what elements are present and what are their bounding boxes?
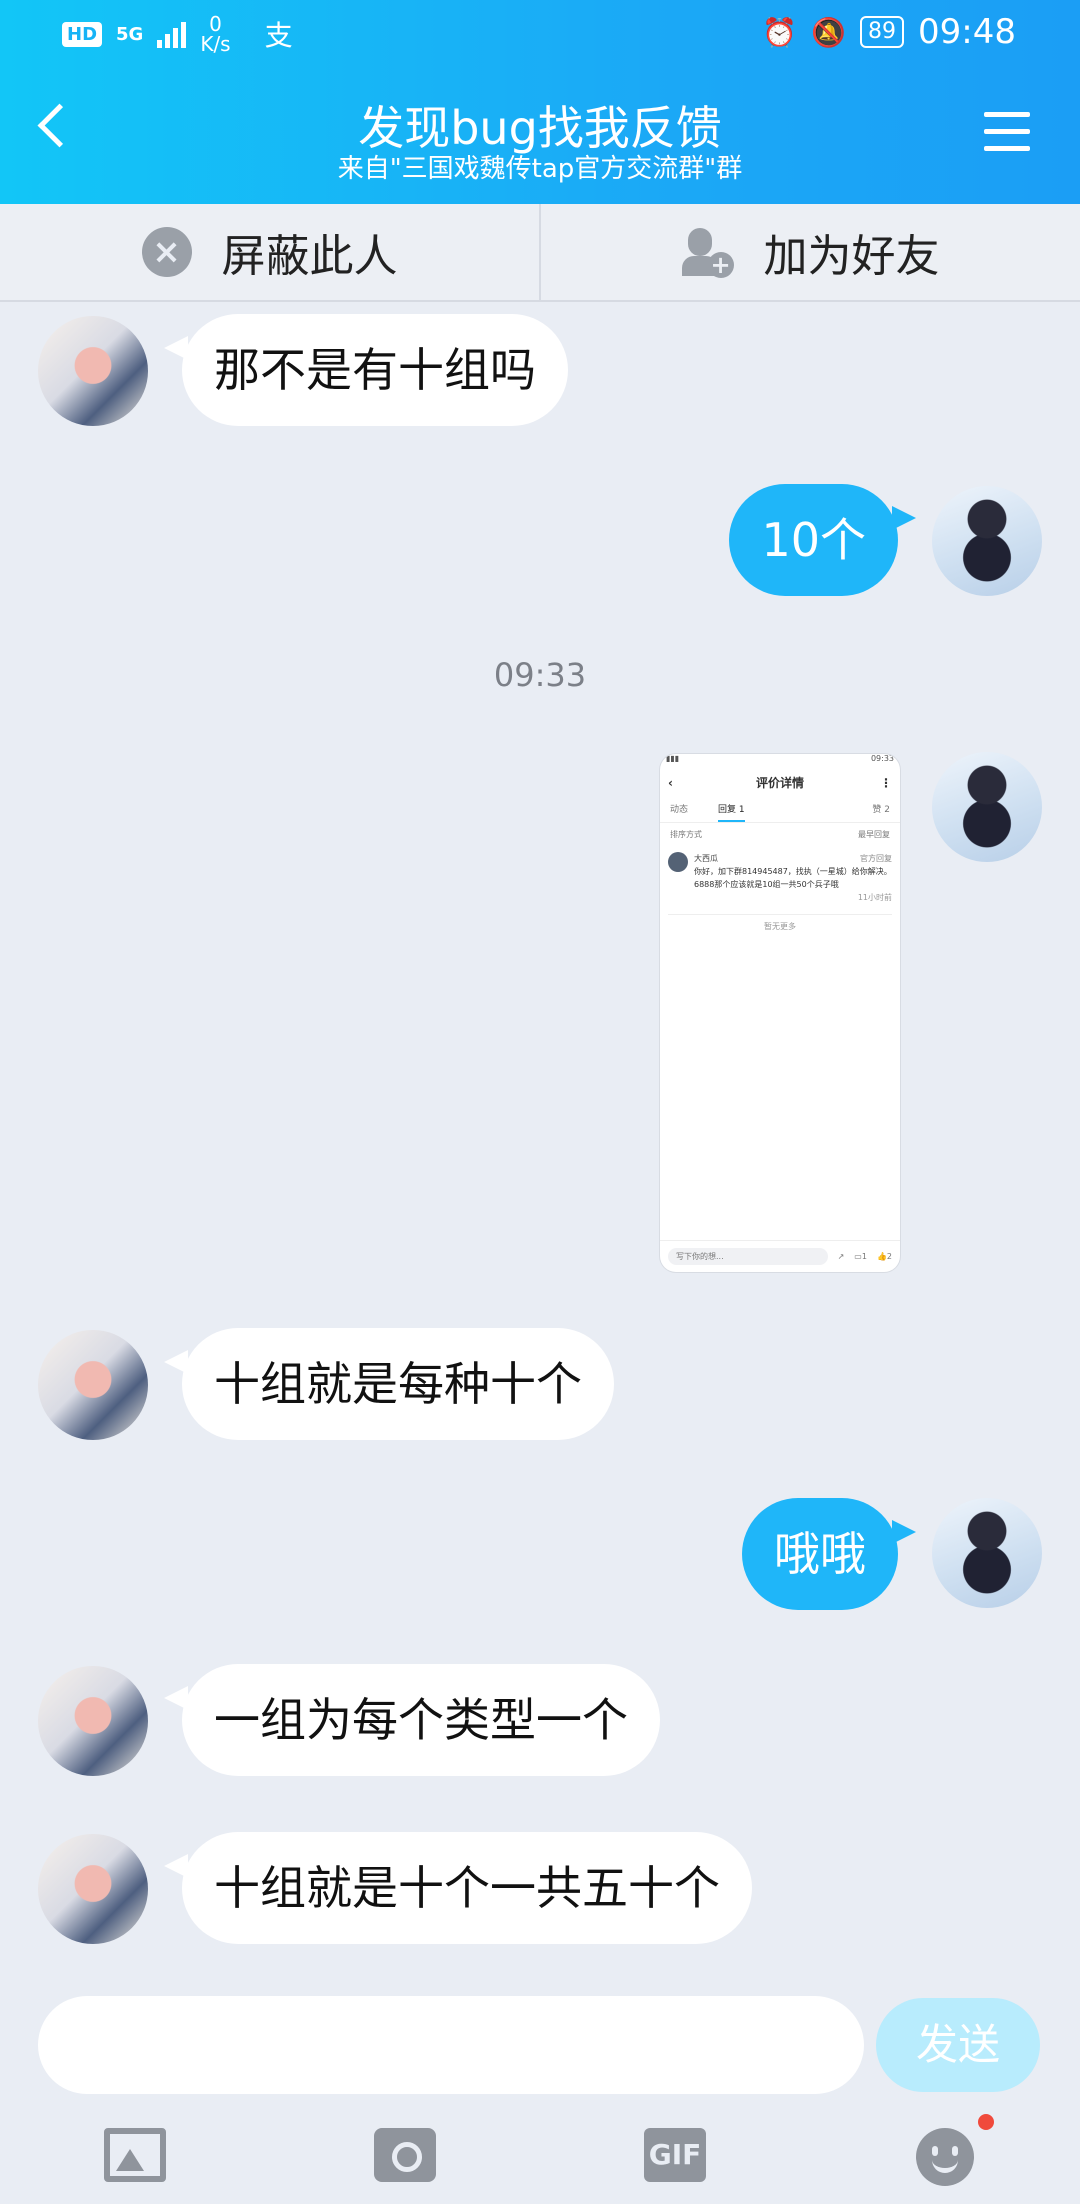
- message-bubble-sent[interactable]: 10个: [729, 484, 916, 596]
- thumb-commenter-name: 大西瓜: [694, 854, 718, 863]
- message-bubble-received[interactable]: 那不是有十组吗: [164, 314, 568, 426]
- battery-indicator: 89: [860, 16, 905, 48]
- thumb-share-icon: ↗: [837, 1252, 845, 1261]
- network-gen-label: 5G: [116, 23, 144, 45]
- sender-avatar[interactable]: [38, 1330, 148, 1440]
- message-bubble-received[interactable]: 十组就是十个一共五十个: [164, 1832, 752, 1944]
- thumb-like-icon: 👍2: [876, 1252, 892, 1261]
- my-avatar[interactable]: [932, 1498, 1042, 1608]
- alarm-icon: ⏰: [762, 15, 798, 49]
- action-bar: × 屏蔽此人 + 加为好友: [0, 204, 1080, 302]
- thumb-no-more: 暂无更多: [668, 914, 892, 932]
- alipay-icon: 支: [264, 19, 293, 52]
- thumb-tabs: 动态 回复 1 赞 2: [660, 798, 900, 823]
- add-friend-icon: +: [681, 226, 734, 278]
- status-right: ⏰ 🔕 89 09:48: [762, 12, 1016, 52]
- thumb-sort-label: 排序方式: [670, 830, 702, 839]
- thumb-tab-likes: 赞 2: [872, 805, 890, 815]
- my-avatar[interactable]: [932, 752, 1042, 862]
- emoji-icon[interactable]: [916, 2128, 974, 2186]
- add-friend-button[interactable]: + 加为好友: [539, 204, 1080, 300]
- thumb-comment-body: 大西瓜 官方回复 你好，加下群814945487，找执（一星城）给你解决。6888…: [694, 852, 892, 904]
- status-left: HD 5G 0 K/s 支: [62, 14, 293, 54]
- send-button[interactable]: 发送: [876, 1998, 1040, 2092]
- thumb-commenter-tag: 官方回复: [860, 854, 892, 863]
- chat-header: HD 5G 0 K/s 支 ⏰ 🔕 89 09:48 发现bug找我反馈 来自"三…: [0, 0, 1080, 204]
- thumb-back-icon: ‹: [668, 776, 673, 790]
- thumb-commenter-avatar: [668, 852, 688, 872]
- sender-avatar[interactable]: [38, 1834, 148, 1944]
- hd-icon: HD: [62, 21, 103, 47]
- thumb-comment-header: 大西瓜 官方回复: [694, 852, 892, 865]
- thumb-comment-icon: ▭1: [854, 1252, 867, 1261]
- message-bubble-received[interactable]: 十组就是每种十个: [164, 1328, 614, 1440]
- page-subtitle: 来自"三国戏魏传tap官方交流群"群: [337, 154, 743, 184]
- status-bar: HD 5G 0 K/s 支 ⏰ 🔕 89 09:48: [0, 0, 1080, 64]
- thumb-tab-feed: 动态: [670, 805, 689, 815]
- thumb-input: 写下你的想...: [668, 1248, 828, 1265]
- block-icon: ×: [141, 227, 192, 277]
- thumb-tab-replies: 回复 1: [718, 798, 745, 822]
- thumb-sort: 排序方式 最早回复: [660, 823, 900, 846]
- block-user-button[interactable]: × 屏蔽此人: [0, 204, 539, 300]
- my-avatar[interactable]: [932, 486, 1042, 596]
- thumb-comment: 大西瓜 官方回复 你好，加下群814945487，找执（一星城）给你解决。6888…: [660, 846, 900, 910]
- gif-icon[interactable]: GIF: [644, 2128, 706, 2182]
- thumb-status-time: 09:33: [870, 754, 894, 763]
- thumb-sort-value: 最早回复: [858, 830, 890, 839]
- message-input[interactable]: [38, 1996, 864, 2094]
- thumb-more-icon: ⋮: [880, 776, 892, 790]
- thumb-bottom-bar: 写下你的想... ↗ ▭1 👍2: [660, 1240, 900, 1272]
- thumb-title: ‹ 评价详情 ⋮: [660, 768, 900, 798]
- notification-dot: [978, 2114, 994, 2130]
- camera-icon[interactable]: [374, 2128, 436, 2182]
- thumb-status-bar: ▮▮▮ 09:33: [660, 754, 900, 768]
- speed-unit: K/s: [200, 32, 231, 56]
- signal-icon: [157, 20, 187, 48]
- clock: 09:48: [918, 12, 1016, 52]
- sender-avatar[interactable]: [38, 1666, 148, 1776]
- menu-icon[interactable]: [984, 112, 1030, 163]
- network-speed: 0 K/s: [200, 14, 230, 54]
- add-friend-label: 加为好友: [763, 231, 940, 282]
- block-user-label: 屏蔽此人: [221, 231, 398, 282]
- thumb-title-text: 评价详情: [755, 776, 804, 790]
- sender-avatar[interactable]: [38, 316, 148, 426]
- shared-screenshot-image[interactable]: ▮▮▮ 09:33 ‹ 评价详情 ⋮ 动态 回复 1 赞 2 排序方式 最早回复 大西瓜…: [660, 754, 900, 1272]
- mute-icon: 🔕: [811, 15, 847, 49]
- image-icon[interactable]: [104, 2128, 166, 2182]
- message-timestamp: 09:33: [493, 656, 587, 694]
- thumb-comment-text: 你好，加下群814945487，找执（一星城）给你解决。6888那个应该就是10…: [694, 867, 892, 889]
- message-bubble-sent[interactable]: 哦哦: [742, 1498, 916, 1610]
- thumb-signal: ▮▮▮: [666, 754, 680, 763]
- message-bubble-received[interactable]: 一组为每个类型一个: [164, 1664, 660, 1776]
- thumb-comment-time: 11小时前: [857, 893, 892, 902]
- composer-toolbar: GIF: [0, 2110, 1080, 2204]
